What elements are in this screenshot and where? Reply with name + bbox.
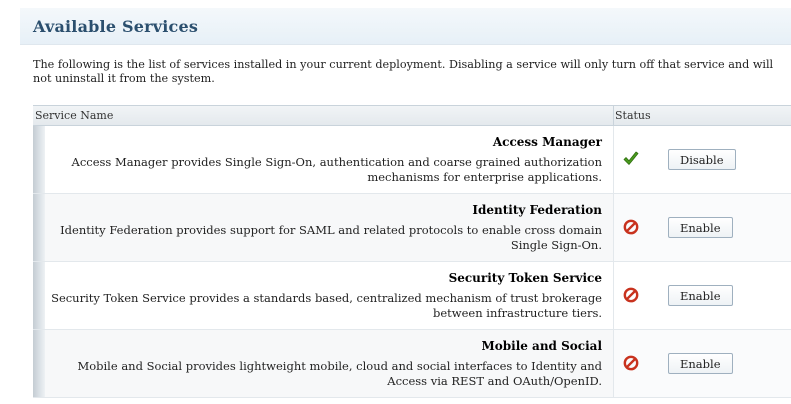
section-header: Available Services (20, 8, 791, 45)
service-cell: Security Token Service Security Token Se… (45, 262, 614, 329)
service-cell: Mobile and Social Mobile and Social prov… (45, 330, 614, 397)
service-description: Security Token Service provides a standa… (51, 291, 602, 320)
service-name: Identity Federation (472, 203, 602, 217)
disabled-icon (623, 355, 639, 371)
service-description: Access Manager provides Single Sign-On, … (71, 155, 602, 184)
service-name: Security Token Service (448, 271, 602, 285)
table-body: Access Manager Access Manager provides S… (33, 126, 791, 398)
service-description: Mobile and Social provides lightweight m… (77, 359, 602, 388)
intro-text: The following is the list of services in… (33, 58, 774, 85)
enable-button[interactable]: Enable (668, 285, 733, 306)
table-row: Identity Federation Identity Federation … (33, 194, 791, 262)
service-cell: Access Manager Access Manager provides S… (45, 126, 614, 193)
disable-button[interactable]: Disable (668, 149, 736, 170)
service-name: Mobile and Social (481, 339, 602, 353)
page-title: Available Services (33, 17, 199, 36)
disabled-icon (623, 287, 639, 303)
status-cell: Disable (614, 126, 791, 193)
services-page: Available Services The following is the … (0, 0, 791, 404)
table-row: Mobile and Social Mobile and Social prov… (33, 330, 791, 398)
enable-button[interactable]: Enable (668, 217, 733, 238)
status-cell: Enable (614, 262, 791, 329)
table-row: Security Token Service Security Token Se… (33, 262, 791, 330)
column-header-status[interactable]: Status (615, 106, 651, 125)
service-name: Access Manager (492, 135, 602, 149)
enable-button[interactable]: Enable (668, 353, 733, 374)
table-header: Service Name Status (33, 106, 791, 126)
status-cell: Enable (614, 330, 791, 397)
check-icon (623, 151, 639, 165)
status-cell: Enable (614, 194, 791, 261)
service-cell: Identity Federation Identity Federation … (45, 194, 614, 261)
column-header-service-name[interactable]: Service Name (33, 106, 614, 125)
table-row: Access Manager Access Manager provides S… (33, 126, 791, 194)
services-table: Service Name Status Access Manager Acces… (33, 105, 791, 398)
disabled-icon (623, 219, 639, 235)
service-description: Identity Federation provides support for… (60, 223, 602, 252)
